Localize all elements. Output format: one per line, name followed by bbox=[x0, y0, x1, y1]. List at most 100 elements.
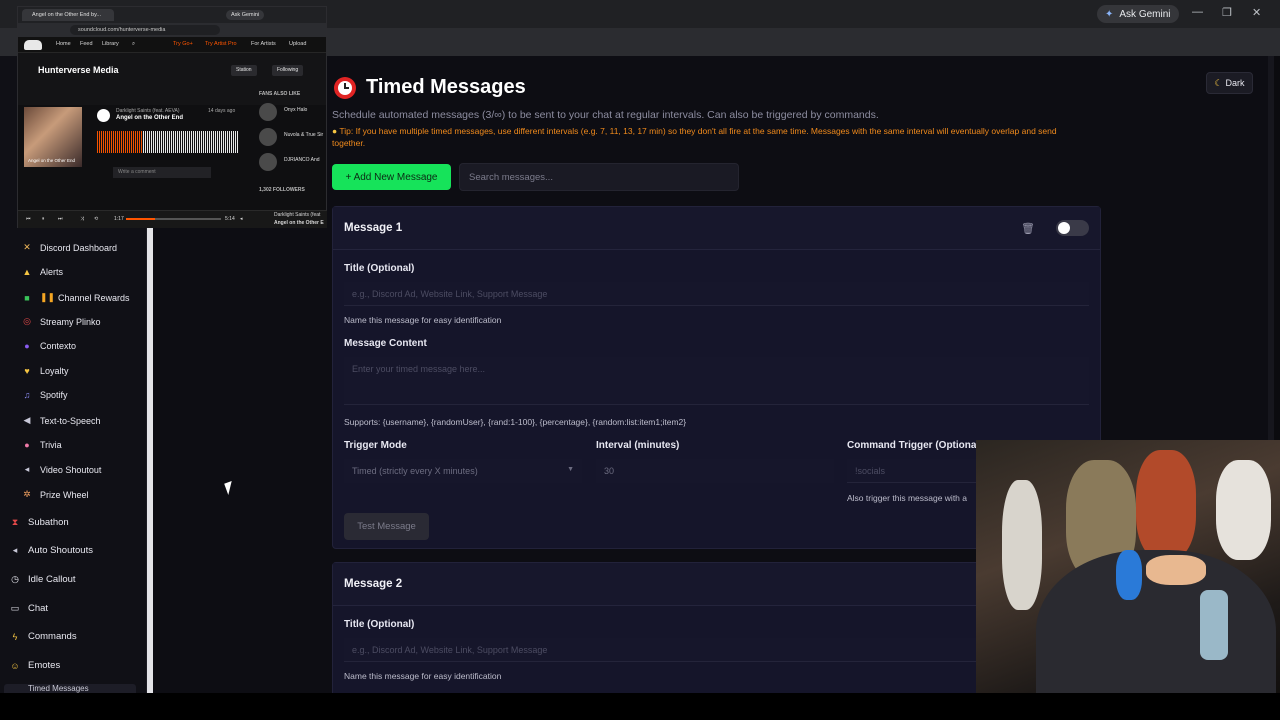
fan-name[interactable]: DJRIANCO And bbox=[284, 157, 320, 163]
speaker-icon: ◀ bbox=[23, 415, 31, 425]
sidebar-item-subathon[interactable]: ⧗ Subathon bbox=[10, 517, 69, 528]
minimize-icon[interactable]: — bbox=[1192, 6, 1203, 18]
page-subtitle: Schedule automated messages (3/∞) to be … bbox=[332, 109, 879, 121]
track-title[interactable]: Angel on the Other End bbox=[116, 115, 183, 121]
fan-name[interactable]: Nuvola & True Sir bbox=[284, 132, 323, 138]
sidebar-item-label: Text-to-Speech bbox=[40, 415, 101, 426]
sidebar-item-label: Commands bbox=[28, 631, 77, 642]
chat-icon: ▭ bbox=[10, 603, 20, 613]
sidebar-item-emotes[interactable]: ☺ Emotes bbox=[10, 660, 60, 671]
sidebar-item-label: Idle Callout bbox=[28, 574, 76, 585]
avatar[interactable] bbox=[259, 128, 277, 146]
play-button[interactable] bbox=[97, 109, 110, 122]
sidebar-item-streamy-plinko[interactable]: ◎ Streamy Plinko bbox=[22, 316, 101, 327]
station-button[interactable]: Station bbox=[231, 65, 257, 76]
nav-home[interactable]: Home bbox=[56, 41, 71, 47]
command-help-text: Also trigger this message with a bbox=[847, 493, 967, 503]
sidebar-item-alerts[interactable]: ▲ Alerts bbox=[22, 267, 63, 277]
now-playing-artist[interactable]: Darklight Saints (feat bbox=[274, 212, 320, 218]
nav-library[interactable]: Library bbox=[102, 41, 119, 47]
trash-icon[interactable]: 🗑 bbox=[1021, 222, 1035, 235]
previous-icon[interactable]: ⏮ bbox=[26, 216, 31, 222]
sidebar-item-commands[interactable]: ϟ Commands bbox=[10, 631, 77, 642]
add-new-message-button[interactable]: + Add New Message bbox=[332, 164, 451, 190]
shuffle-icon[interactable]: ⤨ bbox=[80, 216, 84, 222]
track-artwork[interactable]: Angel on the Other End bbox=[24, 107, 82, 167]
supports-variables-text: Supports: {username}, {randomUser}, {ran… bbox=[344, 417, 687, 427]
nav-feed[interactable]: Feed bbox=[80, 41, 93, 47]
enable-toggle[interactable] bbox=[1056, 220, 1089, 236]
soundcloud-nav: Home Feed Library ⌕ Try Go+ Try Artist P… bbox=[18, 37, 326, 53]
sidebar-item-video-shoutout[interactable]: ◂ Video Shoutout bbox=[22, 464, 102, 475]
waveform-unplayed bbox=[143, 131, 239, 153]
interval-input[interactable]: 30 bbox=[596, 459, 834, 483]
overlay-url[interactable]: soundcloud.com/hunterverse-media bbox=[70, 25, 220, 35]
sidebar-item-discord-dashboard[interactable]: ✕ Discord Dashboard bbox=[22, 242, 117, 253]
title-field[interactable] bbox=[344, 282, 1089, 306]
ask-gemini-button[interactable]: ✦ Ask Gemini bbox=[1097, 5, 1179, 23]
fan-name[interactable]: Onyx Halo bbox=[284, 107, 307, 113]
sidebar-item-label: Alerts bbox=[40, 267, 64, 277]
search-icon[interactable]: ⌕ bbox=[132, 41, 135, 48]
overlay-tab[interactable]: Angel on the Other End by... bbox=[22, 9, 114, 21]
now-playing-title[interactable]: Angel on the Other E bbox=[274, 220, 324, 226]
music-icon: ♫ bbox=[23, 390, 31, 400]
message-title: Message 2 bbox=[344, 578, 403, 590]
pause-icon[interactable]: ⏸ bbox=[42, 216, 45, 222]
trigger-mode-select[interactable]: Timed (strictly every X minutes) ▼ bbox=[344, 459, 582, 483]
title-help-text: Name this message for easy identificatio… bbox=[344, 671, 502, 681]
megaphone-icon: ◂ bbox=[24, 464, 30, 474]
sidebar-item-spotify[interactable]: ♫ Spotify bbox=[22, 390, 68, 400]
webcam-face bbox=[1146, 555, 1206, 585]
sidebar-item-loyalty[interactable]: ♥ Loyalty bbox=[22, 366, 68, 376]
next-icon[interactable]: ⏭ bbox=[58, 216, 63, 222]
moon-icon: ☾ bbox=[1214, 77, 1223, 88]
bell-icon: ▲ bbox=[22, 267, 32, 277]
sidebar-item-contexto[interactable]: ● Contexto bbox=[22, 341, 76, 351]
maximize-icon[interactable]: ❐ bbox=[1222, 6, 1232, 19]
sidebar-item-idle-callout[interactable]: ◷ Idle Callout bbox=[10, 574, 76, 585]
soundcloud-logo-icon[interactable] bbox=[24, 40, 42, 50]
followers-heading: 1,302 FOLLOWERS bbox=[259, 187, 305, 193]
brain-icon: ● bbox=[24, 440, 30, 450]
sidebar-item-prize-wheel[interactable]: ✲ Prize Wheel bbox=[22, 489, 88, 500]
following-button[interactable]: Following bbox=[272, 65, 304, 76]
avatar[interactable] bbox=[259, 153, 277, 171]
interval-label: Interval (minutes) bbox=[596, 440, 680, 451]
artist-name: Hunterverse Media bbox=[38, 65, 119, 75]
track-artist[interactable]: Darklight Saints (feat. AEVA) bbox=[116, 108, 180, 114]
nav-upload[interactable]: Upload bbox=[289, 41, 306, 47]
sidebar-item-chat[interactable]: ▭ Chat bbox=[10, 603, 48, 614]
webcam-cup bbox=[1200, 590, 1228, 660]
overlay-ask-gemini-button[interactable]: Ask Gemini bbox=[226, 10, 265, 20]
target-icon: ◎ bbox=[23, 316, 31, 326]
sidebar-item-label: Contexto bbox=[40, 341, 77, 351]
repeat-icon[interactable]: ⟲ bbox=[94, 216, 98, 222]
avatar[interactable] bbox=[259, 103, 277, 121]
sidebar-item-auto-shoutouts[interactable]: ◂ Auto Shoutouts bbox=[10, 545, 93, 556]
page-title-text: Timed Messages bbox=[366, 76, 526, 98]
rewards-icon: ■ bbox=[24, 292, 30, 303]
webcam-figure bbox=[1002, 480, 1042, 610]
volume-icon[interactable]: ◂ bbox=[240, 216, 243, 222]
sidebar-item-text-to-speech[interactable]: ◀ Text-to-Speech bbox=[22, 415, 101, 426]
search-input[interactable] bbox=[459, 163, 739, 191]
nav-try-go[interactable]: Try Go+ bbox=[173, 41, 193, 47]
sidebar-item-trivia[interactable]: ● Trivia bbox=[22, 440, 61, 450]
theme-toggle-button[interactable]: ☾ Dark bbox=[1206, 72, 1253, 94]
sidebar-item-label: Chat bbox=[28, 603, 49, 614]
playback-progress[interactable] bbox=[126, 218, 221, 220]
sidebar-item-label: Spotify bbox=[40, 390, 68, 400]
sidebar-item-channel-rewards[interactable]: ■ ❚❚ Channel Rewards bbox=[22, 292, 129, 303]
trigger-mode-value: Timed (strictly every X minutes) bbox=[352, 466, 478, 476]
nav-for-artists[interactable]: For Artists bbox=[251, 41, 276, 47]
test-message-button[interactable]: Test Message bbox=[344, 513, 429, 540]
comment-input[interactable]: Write a comment bbox=[113, 167, 211, 178]
message-content-field[interactable] bbox=[344, 357, 1089, 405]
chevron-down-icon: ▼ bbox=[567, 466, 574, 473]
elapsed-time: 1:17 bbox=[114, 216, 124, 222]
sidebar-item-label: Streamy Plinko bbox=[40, 316, 101, 327]
webcam-overlay bbox=[976, 440, 1280, 720]
close-icon[interactable]: ✕ bbox=[1252, 6, 1261, 19]
nav-try-artist-pro[interactable]: Try Artist Pro bbox=[205, 41, 237, 47]
